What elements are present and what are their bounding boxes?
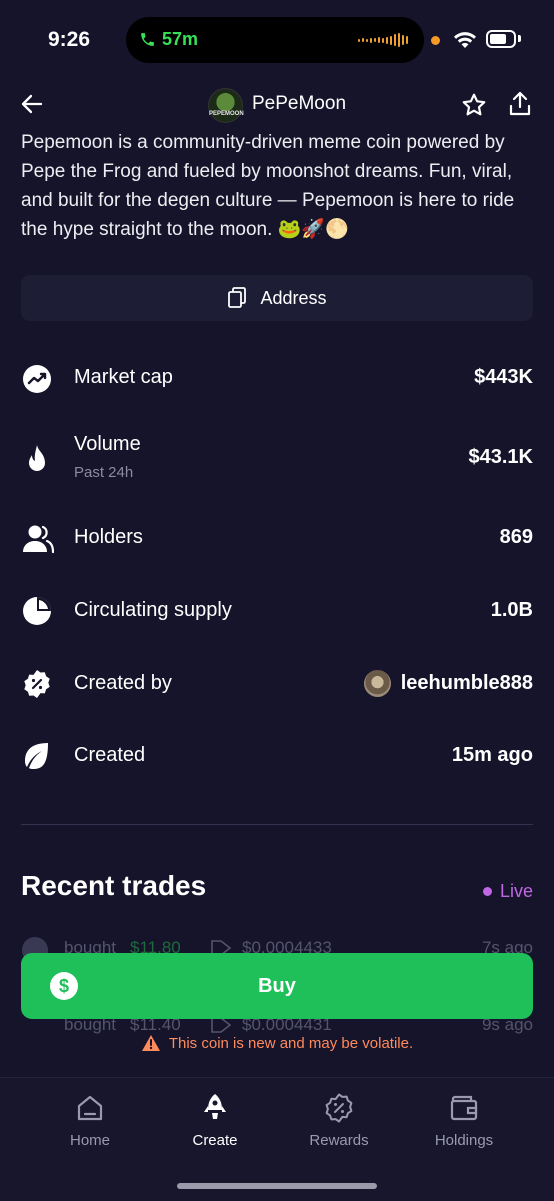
dollar-icon: $ bbox=[50, 972, 78, 1000]
rocket-icon bbox=[204, 1094, 226, 1119]
share-icon[interactable] bbox=[508, 90, 532, 118]
leaf-icon bbox=[25, 743, 48, 769]
tab-create-label: Create bbox=[192, 1132, 238, 1149]
wallet-icon bbox=[450, 1095, 478, 1121]
live-indicator: Live bbox=[483, 881, 533, 902]
address-label: Address bbox=[260, 287, 327, 308]
warning-icon bbox=[141, 1035, 160, 1051]
volume-period: Past 24h bbox=[74, 464, 134, 481]
tab-holdings[interactable]: Holdings bbox=[414, 1090, 514, 1149]
holders-label: Holders bbox=[74, 526, 143, 548]
back-arrow-icon[interactable] bbox=[20, 92, 44, 116]
section-divider bbox=[21, 824, 533, 825]
percent-badge-icon bbox=[24, 670, 50, 698]
circulating-supply-label: Circulating supply bbox=[74, 599, 232, 621]
circulating-supply-value: 1.0B bbox=[490, 599, 533, 621]
wifi-icon bbox=[454, 32, 476, 48]
tab-rewards-label: Rewards bbox=[309, 1132, 369, 1149]
flame-icon bbox=[29, 445, 45, 471]
percent-badge-icon bbox=[325, 1093, 353, 1123]
tab-holdings-label: Holdings bbox=[434, 1132, 494, 1149]
warning-text: This coin is new and may be volatile. bbox=[168, 1034, 414, 1052]
recent-trades-title: Recent trades bbox=[21, 870, 207, 901]
status-time: 9:26 bbox=[48, 28, 91, 51]
battery-icon bbox=[486, 30, 516, 48]
copy-icon bbox=[228, 287, 247, 308]
call-indicator: 57m bbox=[139, 29, 198, 50]
home-icon bbox=[77, 1095, 103, 1121]
privacy-indicator-dot bbox=[431, 36, 440, 45]
creator-username: leehumble888 bbox=[400, 672, 533, 694]
coin-logo-text: PEPEMOON bbox=[209, 111, 244, 117]
creator-link[interactable]: leehumble888 bbox=[363, 670, 533, 697]
created-label: Created bbox=[74, 744, 146, 766]
battery-tip bbox=[518, 35, 521, 42]
volume-value: $43.1K bbox=[468, 446, 534, 468]
trending-chart-icon bbox=[23, 365, 51, 393]
dynamic-island[interactable]: 57m bbox=[126, 17, 424, 63]
coin-logo: PEPEMOON bbox=[208, 88, 244, 123]
volatility-warning: This coin is new and may be volatile. bbox=[0, 1034, 554, 1052]
pie-chart-icon bbox=[23, 597, 51, 625]
holders-value: 869 bbox=[499, 526, 533, 548]
created-value: 15m ago bbox=[451, 744, 533, 766]
tab-rewards[interactable]: Rewards bbox=[289, 1090, 389, 1149]
volume-label: Volume bbox=[74, 433, 141, 455]
phone-icon bbox=[141, 33, 154, 46]
buy-button[interactable]: Buy bbox=[21, 953, 533, 1019]
star-icon[interactable] bbox=[461, 92, 487, 118]
tab-home-label: Home bbox=[69, 1132, 110, 1149]
coin-description: Pepemoon is a community-driven meme coin… bbox=[21, 132, 515, 240]
market-cap-value: $443K bbox=[474, 366, 533, 388]
market-cap-label: Market cap bbox=[74, 366, 173, 388]
created-by-label: Created by bbox=[74, 672, 172, 694]
address-button[interactable]: Address bbox=[21, 275, 533, 321]
audio-waveform-icon bbox=[358, 32, 408, 48]
home-indicator[interactable] bbox=[177, 1183, 377, 1189]
users-icon bbox=[23, 525, 54, 554]
call-duration: 57m bbox=[162, 29, 199, 49]
tab-create[interactable]: Create bbox=[165, 1090, 265, 1149]
buy-label: Buy bbox=[258, 974, 296, 997]
creator-avatar bbox=[363, 670, 391, 697]
tab-home[interactable]: Home bbox=[40, 1090, 140, 1149]
coin-title: PePeMoon bbox=[252, 93, 347, 114]
